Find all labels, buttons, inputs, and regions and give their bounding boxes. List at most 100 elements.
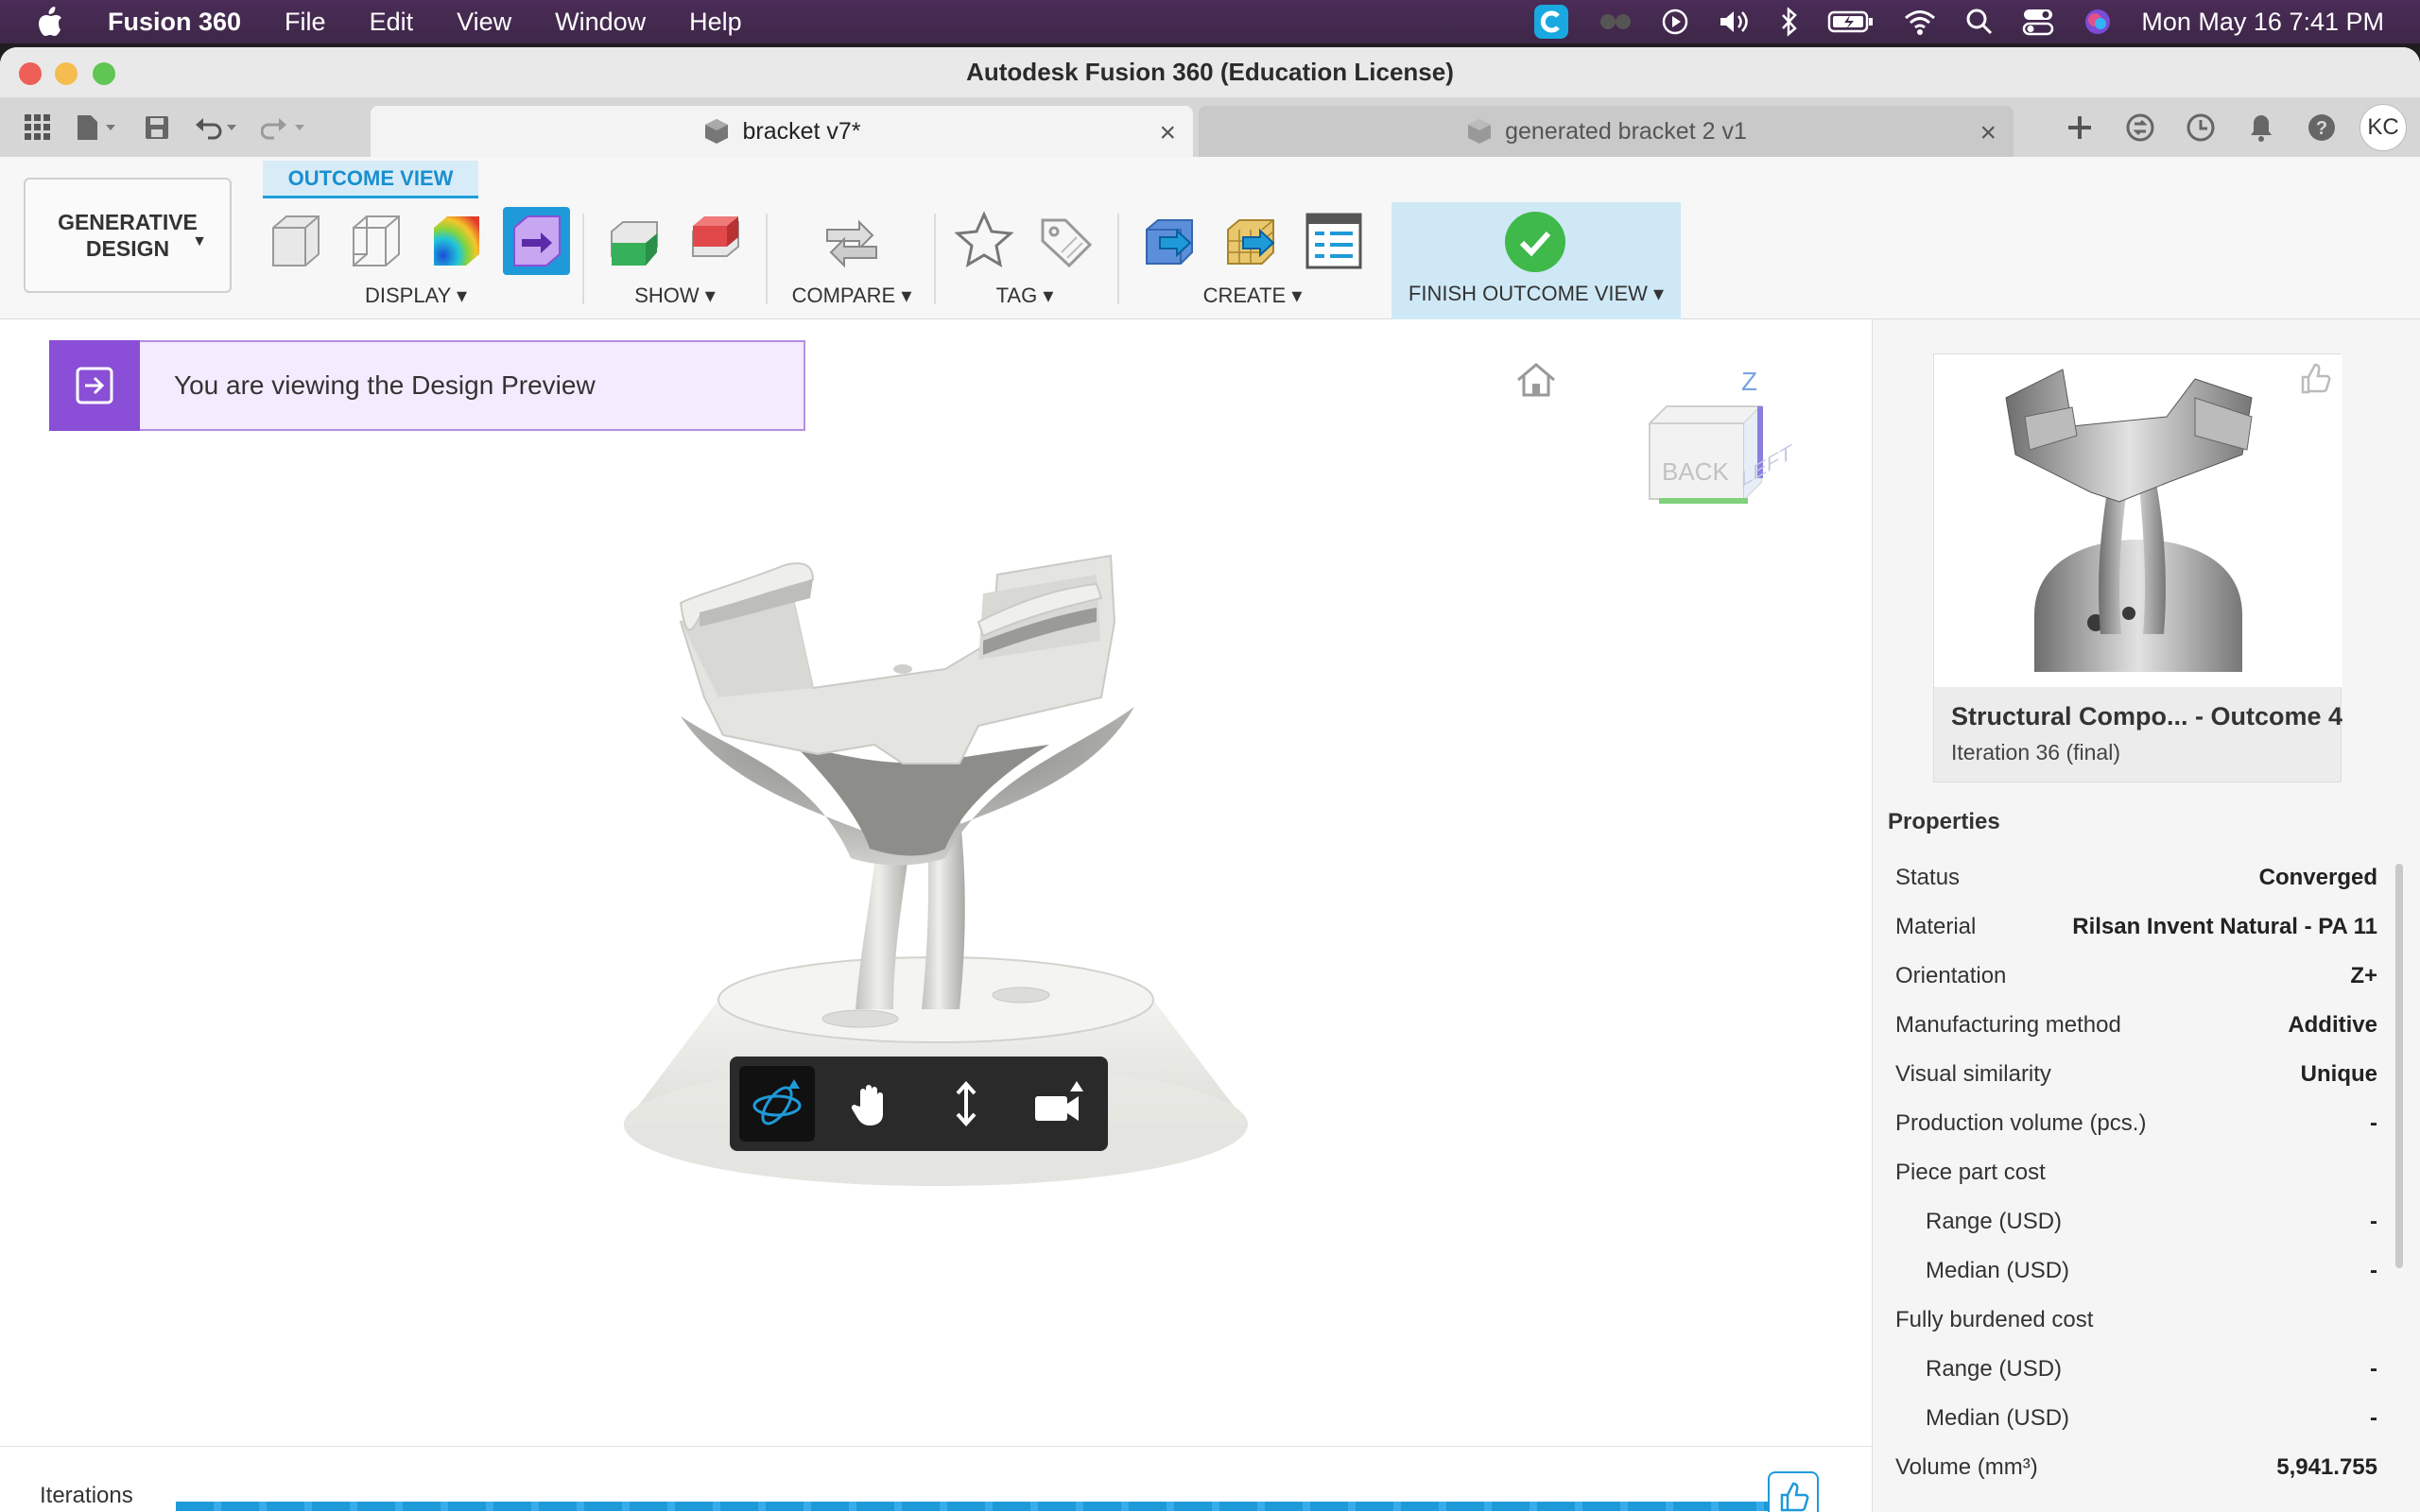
- play-icon[interactable]: [1661, 8, 1689, 36]
- property-key: Visual similarity: [1895, 1061, 2051, 1087]
- save-icon[interactable]: [134, 105, 180, 150]
- property-value: Converged: [2258, 865, 2377, 890]
- property-row: Orientation Z+: [1895, 953, 2377, 1000]
- star-icon[interactable]: [950, 207, 1018, 275]
- property-value: Z+: [2350, 963, 2377, 988]
- show-preserve-icon[interactable]: [600, 207, 668, 275]
- show-menu[interactable]: SHOW ▾: [594, 282, 756, 310]
- menu-view[interactable]: View: [457, 8, 511, 37]
- compare-menu[interactable]: COMPARE ▾: [775, 282, 928, 310]
- menu-file[interactable]: File: [285, 8, 326, 37]
- job-status-clock-icon[interactable]: [2170, 98, 2231, 157]
- redo-icon[interactable]: [253, 105, 316, 150]
- camera-icon[interactable]: [1023, 1066, 1098, 1142]
- wifi-icon[interactable]: [1903, 9, 1937, 35]
- orbit-icon[interactable]: [739, 1066, 815, 1142]
- property-value: -: [2370, 1405, 2377, 1431]
- home-view-icon[interactable]: [1514, 361, 1558, 404]
- wireframe-display-icon[interactable]: [342, 207, 409, 275]
- show-obstacle-icon[interactable]: [682, 207, 750, 275]
- view-cube[interactable]: Z BACK LEFT: [1635, 367, 1806, 518]
- property-row: Range (USD) -: [1895, 1346, 2377, 1393]
- tab-outcome-view[interactable]: OUTCOME VIEW: [263, 161, 478, 198]
- view-cube-front-face[interactable]: BACK: [1662, 457, 1729, 487]
- close-window-button[interactable]: [19, 62, 42, 85]
- menu-app-name[interactable]: Fusion 360: [108, 8, 241, 37]
- menu-window[interactable]: Window: [555, 8, 646, 37]
- outcome-iteration: Iteration 36 (final): [1951, 740, 2120, 765]
- menubar-clock[interactable]: Mon May 16 7:41 PM: [2141, 8, 2384, 37]
- thumbs-up-icon[interactable]: [2297, 360, 2335, 403]
- property-row: Visual similarity Unique: [1895, 1051, 2377, 1098]
- stress-display-icon[interactable]: [423, 207, 490, 275]
- property-key: Range (USD): [1926, 1356, 2063, 1382]
- bluetooth-icon[interactable]: [1780, 7, 1799, 37]
- chevron-down-icon: ▼: [192, 233, 207, 249]
- export-table-icon[interactable]: [1300, 207, 1368, 275]
- iterations-track[interactable]: [176, 1502, 1773, 1511]
- tag-menu[interactable]: TAG ▾: [943, 282, 1106, 310]
- siri-icon[interactable]: [2083, 7, 2113, 37]
- create-menu[interactable]: CREATE ▾: [1131, 282, 1374, 310]
- sync-icon[interactable]: [2110, 98, 2170, 157]
- property-row: Fully burdened cost: [1895, 1297, 2377, 1344]
- 3d-viewport[interactable]: You are viewing the Design Preview Z BAC…: [0, 319, 1872, 1512]
- tab-bracket-v7[interactable]: bracket v7* ×: [371, 106, 1193, 157]
- ribbon-divider: [766, 214, 768, 304]
- menu-help[interactable]: Help: [689, 8, 742, 37]
- workspace-switcher[interactable]: GENERATIVE DESIGN ▼: [24, 178, 232, 293]
- close-tab-icon[interactable]: ×: [1159, 117, 1176, 149]
- property-key: Orientation: [1895, 963, 2007, 988]
- battery-icon[interactable]: [1827, 9, 1875, 34]
- data-panel-grid-icon[interactable]: [15, 105, 60, 150]
- ribbon-divider: [582, 214, 584, 304]
- help-icon[interactable]: ?: [2291, 98, 2352, 157]
- preview-display-icon[interactable]: [503, 207, 570, 275]
- window-titlebar: Autodesk Fusion 360 (Education License): [0, 47, 2420, 98]
- property-value: -: [2370, 1356, 2377, 1382]
- pan-hand-icon[interactable]: [834, 1066, 909, 1142]
- apple-menu-icon[interactable]: [36, 6, 83, 38]
- zoom-window-button[interactable]: [93, 62, 115, 85]
- tag-icon[interactable]: [1031, 207, 1099, 275]
- new-tab-plus-icon[interactable]: [2049, 98, 2110, 157]
- properties-scrollbar[interactable]: [2395, 864, 2403, 1268]
- properties-title: Properties: [1888, 809, 2000, 834]
- volume-icon[interactable]: [1718, 8, 1752, 36]
- compare-group: COMPARE ▾: [775, 206, 928, 310]
- macos-menu-bar: Fusion 360 File Edit View Window Help Mo…: [0, 0, 2420, 43]
- menu-edit[interactable]: Edit: [370, 8, 414, 37]
- outcome-card[interactable]: Structural Compo... - Outcome 4 Iteratio…: [1933, 353, 2342, 782]
- finish-outcome-view-label: FINISH OUTCOME VIEW ▾: [1408, 282, 1665, 305]
- create-design-from-outcome-icon[interactable]: [1137, 207, 1205, 275]
- user-avatar[interactable]: KC: [2360, 104, 2407, 151]
- control-center-icon[interactable]: [2022, 8, 2054, 36]
- iterations-slider[interactable]: Iterations 10 20 30 36: [0, 1446, 1872, 1512]
- property-key: Material: [1895, 914, 1977, 939]
- notifications-bell-icon[interactable]: [2231, 98, 2291, 157]
- property-key: Status: [1895, 865, 1961, 890]
- create-mesh-from-outcome-icon[interactable]: [1219, 207, 1287, 275]
- property-row: Median (USD) -: [1895, 1247, 2377, 1295]
- spotlight-search-icon[interactable]: [1965, 8, 1994, 36]
- tab-generated-bracket-2[interactable]: generated bracket 2 v1 ×: [1199, 106, 2014, 157]
- iteration-thumbs-up-icon[interactable]: [1768, 1471, 1819, 1512]
- display-menu[interactable]: DISPLAY ▾: [255, 282, 577, 310]
- outcome-properties-panel: Structural Compo... - Outcome 4 Iteratio…: [1872, 319, 2420, 1512]
- compare-arrows-icon[interactable]: [818, 207, 886, 275]
- shaded-display-icon[interactable]: [262, 207, 329, 275]
- undo-icon[interactable]: [185, 105, 248, 150]
- property-value: Additive: [2288, 1012, 2377, 1038]
- property-key: Median (USD): [1926, 1258, 2070, 1283]
- property-row: Status Converged: [1895, 854, 2377, 902]
- minimize-window-button[interactable]: [55, 62, 78, 85]
- close-tab-icon[interactable]: ×: [1979, 117, 1996, 149]
- file-menu-icon[interactable]: [66, 105, 129, 150]
- generated-bracket-model[interactable]: [605, 508, 1267, 1316]
- property-key: Range (USD): [1926, 1209, 2063, 1234]
- property-key: Manufacturing method: [1895, 1012, 2121, 1038]
- clipboard-app-icon[interactable]: [1532, 3, 1570, 41]
- glasses-icon[interactable]: [1599, 11, 1633, 32]
- property-row: Manufacturing method Additive: [1895, 1002, 2377, 1049]
- zoom-icon[interactable]: [928, 1066, 1004, 1142]
